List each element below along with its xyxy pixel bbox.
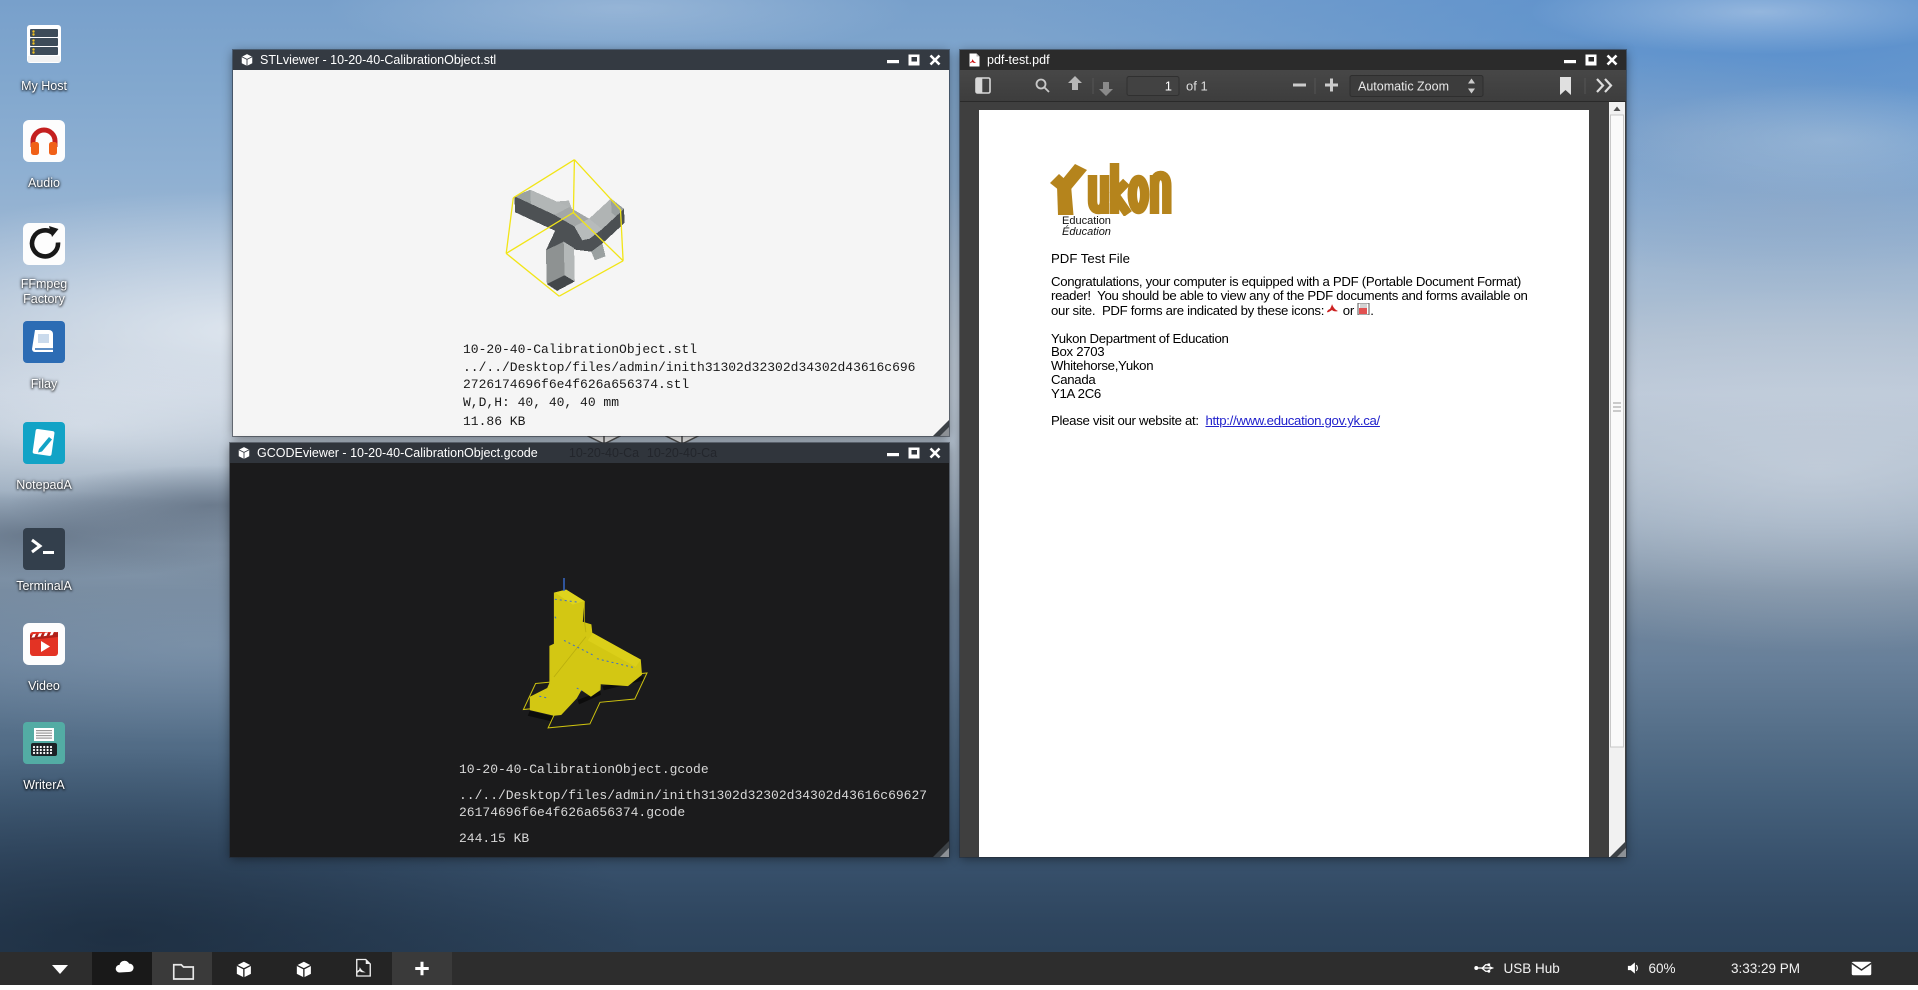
svg-text:Automatic Zoom: Automatic Zoom <box>1358 80 1449 94</box>
svg-text:1: 1 <box>1165 79 1172 94</box>
svg-text:of 1: of 1 <box>1186 79 1208 94</box>
